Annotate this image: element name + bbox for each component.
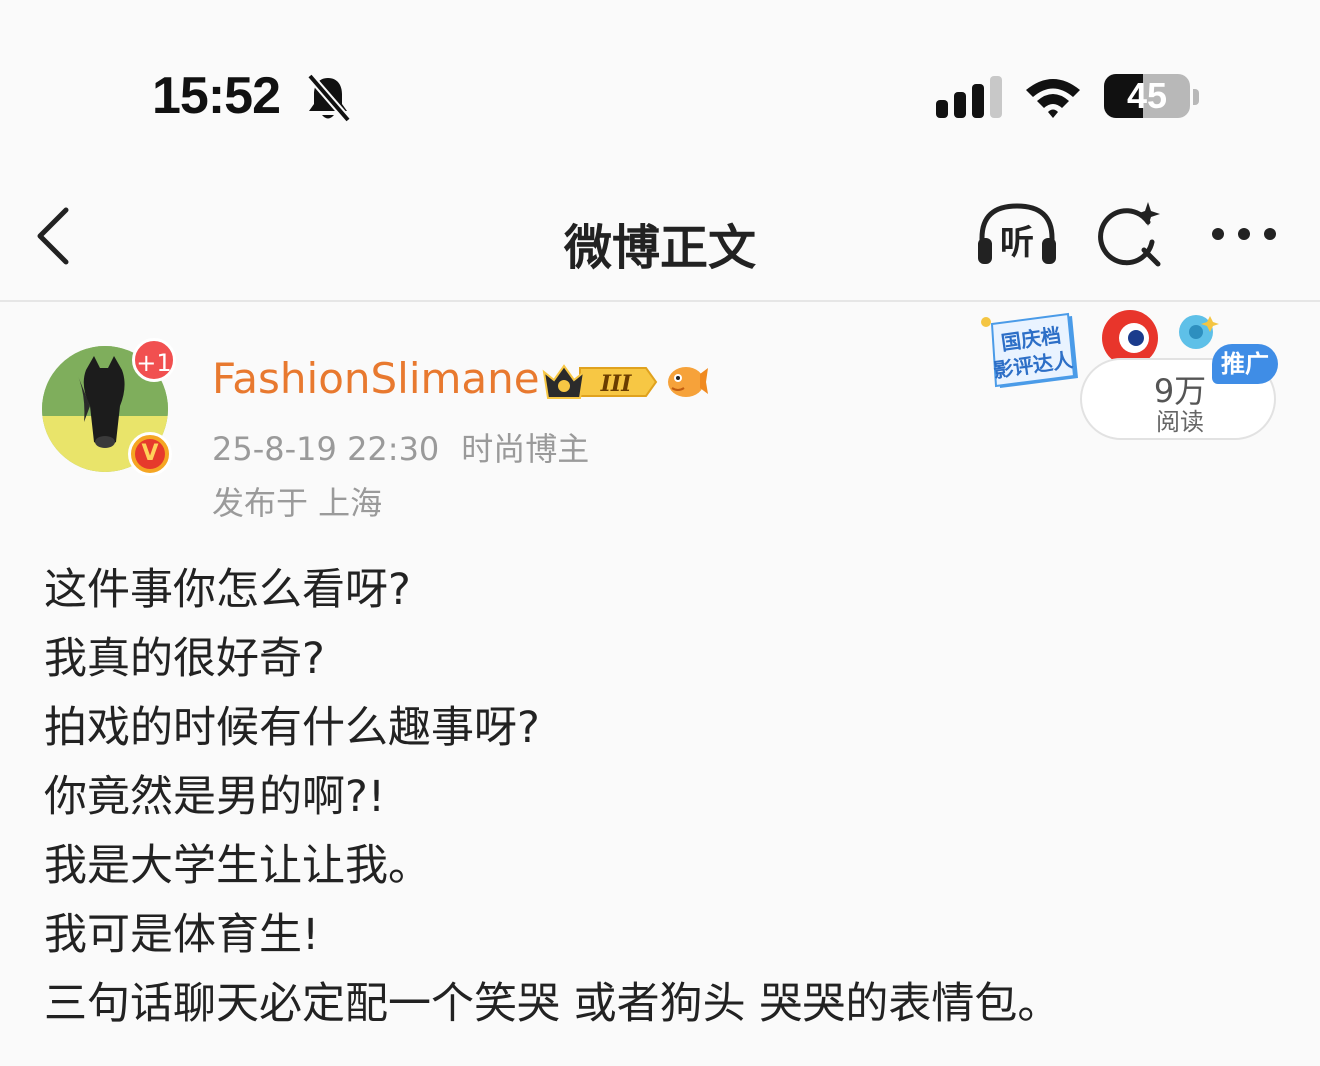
- post-line: 三句话聊天必定配一个笑哭 或者狗头 哭哭的表情包。: [44, 979, 1061, 1029]
- post-line: 你竟然是男的啊?!: [44, 772, 386, 822]
- more-dots-icon[interactable]: [1206, 214, 1282, 254]
- post-timestamp: 25-8-19 22:30: [212, 430, 440, 468]
- username[interactable]: FashionSlimane: [212, 354, 540, 403]
- nav-divider: [0, 300, 1320, 302]
- post-line: 拍戏的时候有什么趣事呀?: [44, 703, 540, 753]
- member-crown-badge[interactable]: III: [540, 360, 658, 404]
- user-tag: 时尚博主: [461, 430, 590, 468]
- member-level: III: [600, 371, 633, 397]
- cellular-signal-icon: [936, 76, 1002, 118]
- post-line: 我真的很好奇?: [44, 634, 325, 684]
- post-line: 我可是体育生!: [44, 910, 320, 960]
- battery-percent: 45: [1126, 75, 1168, 116]
- listen-label: 听: [1000, 223, 1034, 263]
- avatar-new-badge: +1: [132, 338, 176, 382]
- bell-slash-icon: [306, 73, 352, 123]
- fish-emoji-icon: [668, 367, 708, 397]
- post-body: 这件事你怎么看呀? 我真的很好奇? 拍戏的时候有什么趣事呀? 你竟然是男的啊?!…: [44, 556, 1294, 1039]
- verified-badge-icon: V: [128, 432, 172, 476]
- listen-button[interactable]: 听: [972, 200, 1062, 270]
- status-time: 15:52: [152, 67, 281, 125]
- post-location: 发布于 上海: [212, 484, 383, 522]
- battery-icon: 45: [1104, 74, 1200, 120]
- ai-search-icon[interactable]: [1096, 200, 1166, 270]
- listen-headphones-icon: 听: [978, 203, 1056, 264]
- verified-mark: V: [135, 439, 165, 469]
- wifi-icon: [1026, 79, 1080, 118]
- post-line: 这件事你怎么看呀?: [44, 565, 411, 615]
- ad-tag: 推广: [1212, 344, 1278, 384]
- reads-label: 阅读: [1156, 408, 1204, 436]
- post-meta: 25-8-19 22:30 时尚博主: [212, 424, 589, 470]
- post-line: 我是大学生让让我。: [44, 841, 431, 891]
